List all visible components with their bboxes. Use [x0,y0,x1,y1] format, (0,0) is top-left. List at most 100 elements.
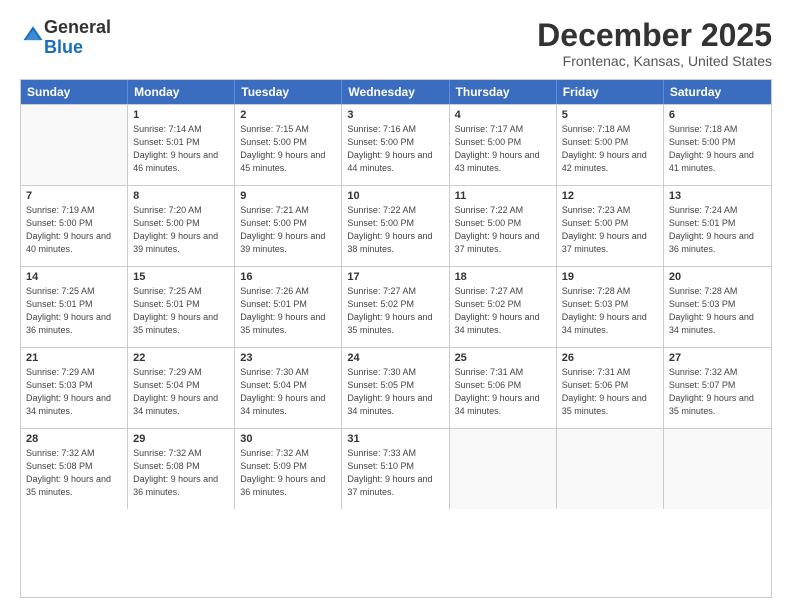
cell-info: Sunrise: 7:17 AMSunset: 5:00 PMDaylight:… [455,123,551,175]
cal-week-5: 28 Sunrise: 7:32 AMSunset: 5:08 PMDayligh… [21,428,771,509]
day-number: 13 [669,190,766,202]
cell-info: Sunrise: 7:32 AMSunset: 5:09 PMDaylight:… [240,447,336,499]
cell-info: Sunrise: 7:25 AMSunset: 5:01 PMDaylight:… [26,285,122,337]
cal-cell: 29Sunrise: 7:32 AMSunset: 5:08 PMDayligh… [128,429,235,509]
cal-cell: 16 Sunrise: 7:26 AMSunset: 5:01 PMDayligh… [235,267,342,347]
day-number: 10 [347,190,443,202]
cal-cell: 5 Sunrise: 7:18 AMSunset: 5:00 PMDaylight… [557,105,664,185]
cal-cell: 18 Sunrise: 7:27 AMSunset: 5:02 PMDayligh… [450,267,557,347]
cell-info: Sunrise: 7:29 AMSunset: 5:04 PMDaylight:… [133,366,229,418]
cell-info: Sunrise: 7:29 AMSunset: 5:03 PMDaylight:… [26,366,122,418]
cal-week-4: 21Sunrise: 7:29 AMSunset: 5:03 PMDayligh… [21,347,771,428]
day-number: 14 [26,271,122,283]
cal-cell: 15Sunrise: 7:25 AMSunset: 5:01 PMDayligh… [128,267,235,347]
cal-cell [21,105,128,185]
day-number: 27 [669,352,766,364]
day-number: 24 [347,352,443,364]
cell-info: Sunrise: 7:30 AMSunset: 5:05 PMDaylight:… [347,366,443,418]
cal-cell: 20Sunrise: 7:28 AMSunset: 5:03 PMDayligh… [664,267,771,347]
day-number: 17 [347,271,443,283]
day-number: 19 [562,271,658,283]
cell-info: Sunrise: 7:33 AMSunset: 5:10 PMDaylight:… [347,447,443,499]
calendar-header: SundayMondayTuesdayWednesdayThursdayFrid… [21,80,771,104]
cell-info: Sunrise: 7:27 AMSunset: 5:02 PMDaylight:… [455,285,551,337]
cell-info: Sunrise: 7:32 AMSunset: 5:07 PMDaylight:… [669,366,766,418]
cell-info: Sunrise: 7:21 AMSunset: 5:00 PMDaylight:… [240,204,336,256]
cell-info: Sunrise: 7:22 AMSunset: 5:00 PMDaylight:… [347,204,443,256]
calendar-body: 1 Sunrise: 7:14 AMSunset: 5:01 PMDaylight… [21,104,771,509]
cell-info: Sunrise: 7:32 AMSunset: 5:08 PMDaylight:… [26,447,122,499]
cal-cell: 27 Sunrise: 7:32 AMSunset: 5:07 PMDayligh… [664,348,771,428]
cal-header-monday: Monday [128,80,235,104]
day-number: 7 [26,190,122,202]
cell-info: Sunrise: 7:14 AMSunset: 5:01 PMDaylight:… [133,123,229,175]
cell-info: Sunrise: 7:20 AMSunset: 5:00 PMDaylight:… [133,204,229,256]
cal-cell: 6Sunrise: 7:18 AMSunset: 5:00 PMDaylight… [664,105,771,185]
cal-cell: 10 Sunrise: 7:22 AMSunset: 5:00 PMDayligh… [342,186,449,266]
cell-info: Sunrise: 7:15 AMSunset: 5:00 PMDaylight:… [240,123,336,175]
cal-cell [557,429,664,509]
cell-info: Sunrise: 7:24 AMSunset: 5:01 PMDaylight:… [669,204,766,256]
page-title: December 2025 [537,18,772,53]
cal-header-tuesday: Tuesday [235,80,342,104]
cal-cell: 31 Sunrise: 7:33 AMSunset: 5:10 PMDayligh… [342,429,449,509]
day-number: 29 [133,433,229,445]
cal-header-friday: Friday [557,80,664,104]
logo: General Blue [20,18,111,58]
cal-week-2: 7 Sunrise: 7:19 AMSunset: 5:00 PMDaylight… [21,185,771,266]
day-number: 25 [455,352,551,364]
cell-info: Sunrise: 7:22 AMSunset: 5:00 PMDaylight:… [455,204,551,256]
day-number: 18 [455,271,551,283]
cal-cell: 11 Sunrise: 7:22 AMSunset: 5:00 PMDayligh… [450,186,557,266]
day-number: 26 [562,352,658,364]
cal-cell: 14 Sunrise: 7:25 AMSunset: 5:01 PMDayligh… [21,267,128,347]
logo-blue-text: Blue [44,37,83,57]
cell-info: Sunrise: 7:19 AMSunset: 5:00 PMDaylight:… [26,204,122,256]
cell-info: Sunrise: 7:31 AMSunset: 5:06 PMDaylight:… [455,366,551,418]
cal-cell: 4 Sunrise: 7:17 AMSunset: 5:00 PMDaylight… [450,105,557,185]
day-number: 22 [133,352,229,364]
logo-general-text: General [44,17,111,37]
day-number: 28 [26,433,122,445]
cell-info: Sunrise: 7:23 AMSunset: 5:00 PMDaylight:… [562,204,658,256]
cell-info: Sunrise: 7:26 AMSunset: 5:01 PMDaylight:… [240,285,336,337]
day-number: 3 [347,109,443,121]
day-number: 16 [240,271,336,283]
cal-week-1: 1 Sunrise: 7:14 AMSunset: 5:01 PMDaylight… [21,104,771,185]
cal-cell [664,429,771,509]
cal-cell: 7 Sunrise: 7:19 AMSunset: 5:00 PMDaylight… [21,186,128,266]
cal-cell: 23Sunrise: 7:30 AMSunset: 5:04 PMDayligh… [235,348,342,428]
cal-cell: 21Sunrise: 7:29 AMSunset: 5:03 PMDayligh… [21,348,128,428]
cell-info: Sunrise: 7:31 AMSunset: 5:06 PMDaylight:… [562,366,658,418]
cal-header-thursday: Thursday [450,80,557,104]
day-number: 4 [455,109,551,121]
cal-cell: 8 Sunrise: 7:20 AMSunset: 5:00 PMDaylight… [128,186,235,266]
day-number: 1 [133,109,229,121]
cell-info: Sunrise: 7:27 AMSunset: 5:02 PMDaylight:… [347,285,443,337]
page: General Blue December 2025 Frontenac, Ka… [0,0,792,612]
cal-cell: 12 Sunrise: 7:23 AMSunset: 5:00 PMDayligh… [557,186,664,266]
day-number: 12 [562,190,658,202]
cal-cell: 30 Sunrise: 7:32 AMSunset: 5:09 PMDayligh… [235,429,342,509]
cell-info: Sunrise: 7:28 AMSunset: 5:03 PMDaylight:… [562,285,658,337]
cal-cell: 24 Sunrise: 7:30 AMSunset: 5:05 PMDayligh… [342,348,449,428]
cal-cell: 25 Sunrise: 7:31 AMSunset: 5:06 PMDayligh… [450,348,557,428]
day-number: 31 [347,433,443,445]
cal-cell: 9 Sunrise: 7:21 AMSunset: 5:00 PMDaylight… [235,186,342,266]
day-number: 9 [240,190,336,202]
cal-header-wednesday: Wednesday [342,80,449,104]
cal-cell: 26 Sunrise: 7:31 AMSunset: 5:06 PMDayligh… [557,348,664,428]
day-number: 11 [455,190,551,202]
day-number: 5 [562,109,658,121]
cal-cell: 2Sunrise: 7:15 AMSunset: 5:00 PMDaylight… [235,105,342,185]
day-number: 8 [133,190,229,202]
cal-cell: 22 Sunrise: 7:29 AMSunset: 5:04 PMDayligh… [128,348,235,428]
header: General Blue December 2025 Frontenac, Ka… [20,18,772,69]
day-number: 30 [240,433,336,445]
cal-week-3: 14 Sunrise: 7:25 AMSunset: 5:01 PMDayligh… [21,266,771,347]
cell-info: Sunrise: 7:18 AMSunset: 5:00 PMDaylight:… [562,123,658,175]
cal-cell: 1 Sunrise: 7:14 AMSunset: 5:01 PMDaylight… [128,105,235,185]
title-block: December 2025 Frontenac, Kansas, United … [537,18,772,69]
cell-info: Sunrise: 7:30 AMSunset: 5:04 PMDaylight:… [240,366,336,418]
cal-header-saturday: Saturday [664,80,771,104]
